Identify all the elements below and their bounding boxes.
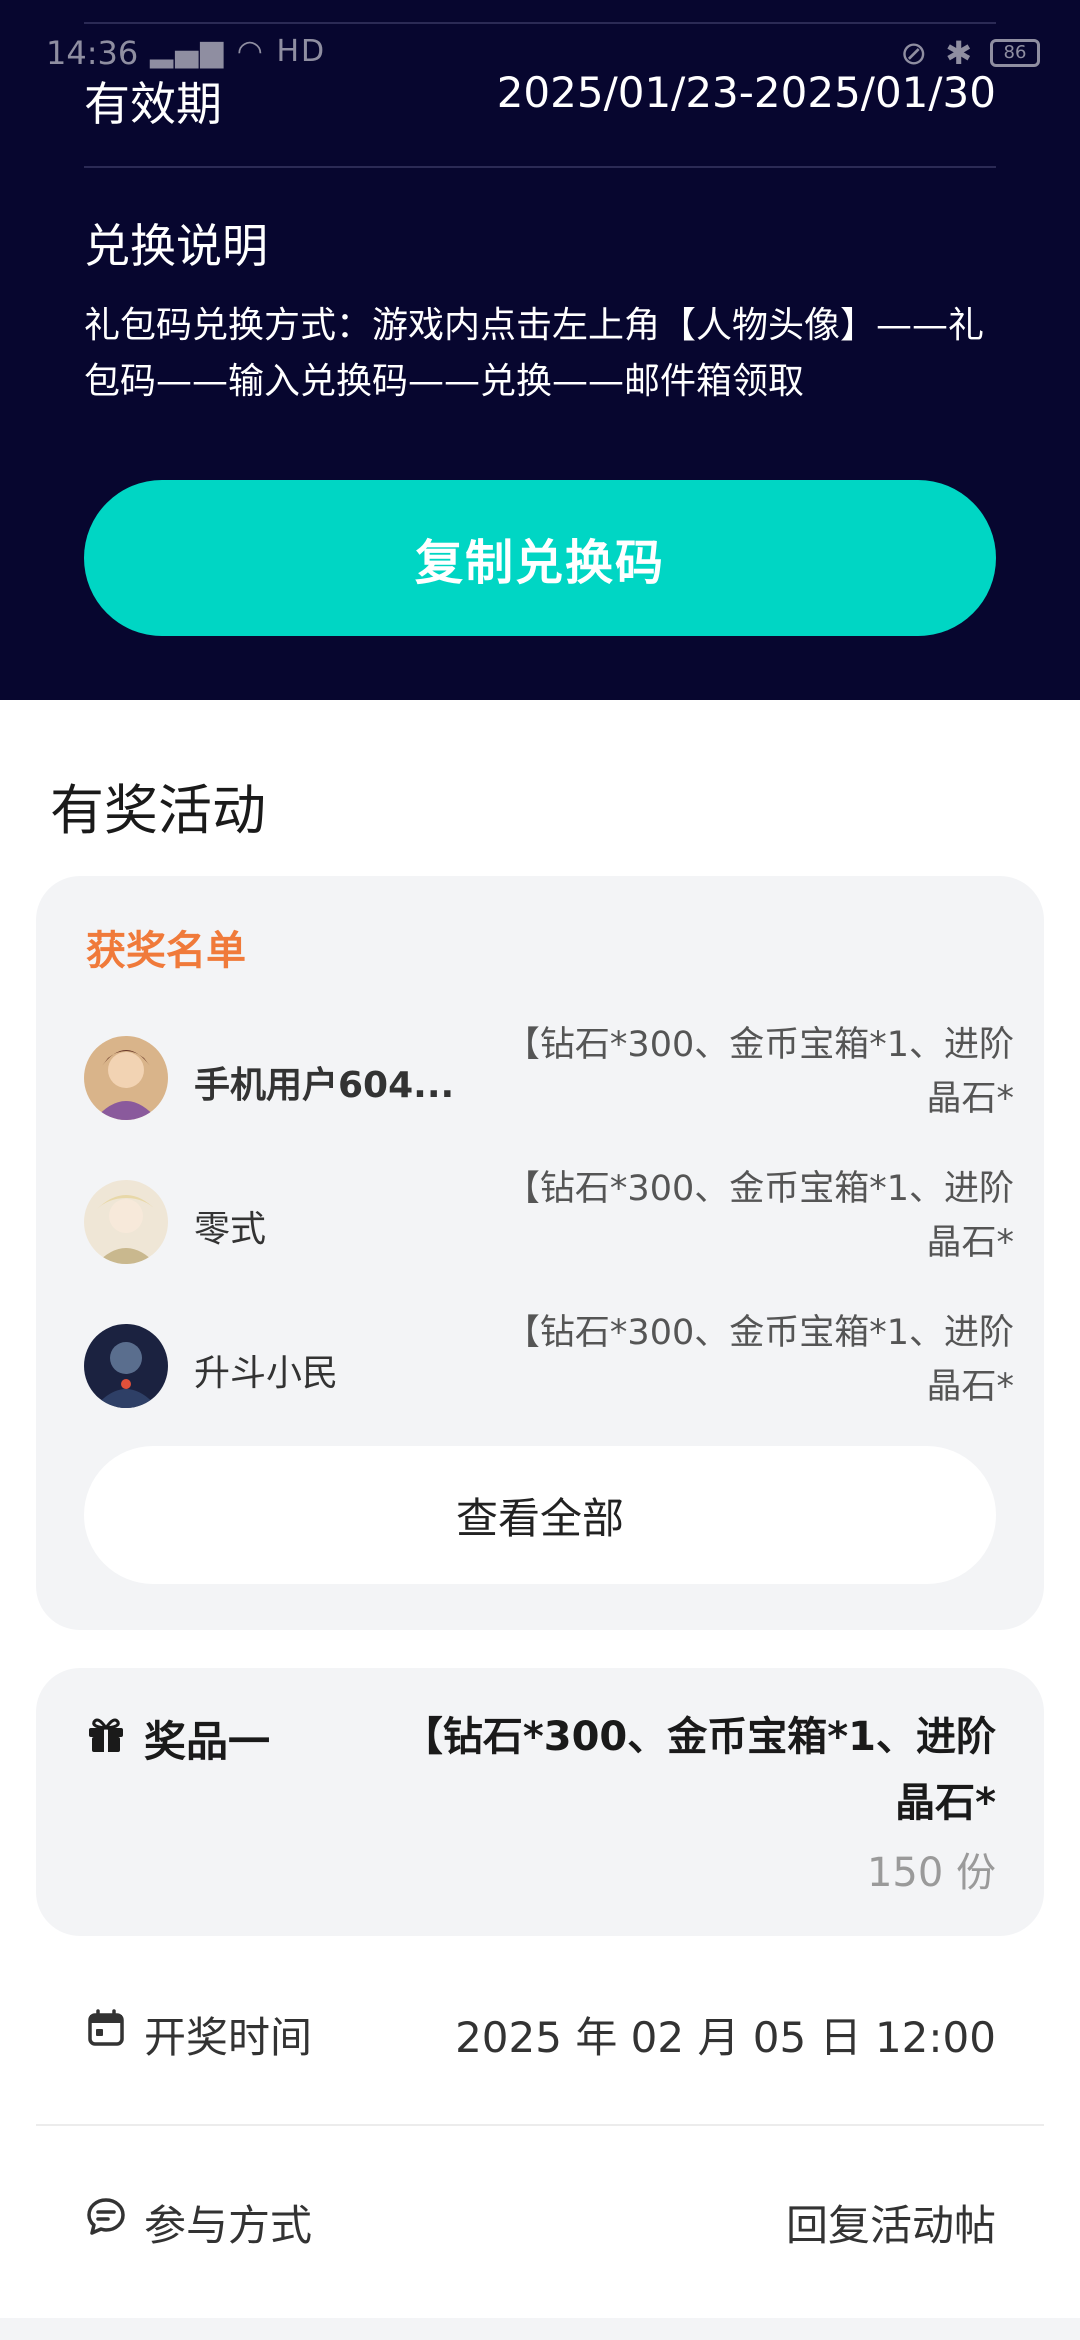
winner-prize: 【钻石*300、金币宝箱*1、进阶晶石* <box>504 1313 1014 1407</box>
gift-icon <box>89 1718 123 1752</box>
section-title: 有奖活动 <box>50 779 266 842</box>
wifi-icon: ◠ <box>236 34 265 69</box>
divider <box>84 166 996 168</box>
validity-label: 有效期 <box>84 77 222 131</box>
participate-row[interactable]: 参与方式 回复活动帖 <box>36 2158 1044 2278</box>
explain-title: 兑换说明 <box>84 219 268 273</box>
copy-code-button[interactable]: 复制兑换码 <box>84 480 996 636</box>
bluetooth-icon: ✱ <box>945 34 972 72</box>
avatar[interactable] <box>84 1324 168 1408</box>
avatar[interactable] <box>84 1036 168 1120</box>
draw-time-label: 开奖时间 <box>144 2013 313 2062</box>
prize-label: 奖品一 <box>144 1717 271 1766</box>
status-time: 14:36 <box>46 34 139 72</box>
participate-label: 参与方式 <box>144 2201 313 2250</box>
draw-time-value: 2025 年 02 月 05 日 12:00 <box>455 2013 996 2062</box>
winner-row: 升斗小民 【钻石*300、金币宝箱*1、进阶晶石* <box>84 1306 1014 1446</box>
avatar[interactable] <box>84 1180 168 1264</box>
winners-card: 获奖名单 手机用户604... 【钻石*300、金币宝箱*1、进阶晶石* 零式 … <box>36 876 1044 1630</box>
calendar-icon <box>88 2009 124 2046</box>
prize-card: 奖品一 【钻石*300、金币宝箱*1、进阶晶石* 150 份 <box>36 1668 1044 1936</box>
winner-name: 零式 <box>194 1209 267 1250</box>
winner-prize: 【钻石*300、金币宝箱*1、进阶晶石* <box>504 1169 1014 1263</box>
draw-time-row: 开奖时间 2025 年 02 月 05 日 12:00 <box>36 1970 1044 2090</box>
status-right: ⊘ ✱ 86 <box>900 34 1040 72</box>
network-type: HD <box>276 34 327 69</box>
mute-icon: ⊘ <box>900 34 928 72</box>
winners-title: 获奖名单 <box>86 928 246 974</box>
winner-name: 手机用户604... <box>194 1065 455 1106</box>
chat-icon <box>87 2198 125 2235</box>
winner-name: 升斗小民 <box>194 1353 339 1394</box>
prize-description: 【钻石*300、金币宝箱*1、进阶晶石* <box>402 1714 996 1826</box>
code-detail-panel: 14:36 ▂▄▆ ◠ HD ⊘ ✱ 86 有效期 2025/01/23-202… <box>0 0 1080 700</box>
winner-row: 手机用户604... 【钻石*300、金币宝箱*1、进阶晶石* <box>84 1018 1014 1158</box>
participate-value[interactable]: 回复活动帖 <box>786 2192 996 2253</box>
prize-count: 150 份 <box>866 1850 996 1896</box>
validity-value: 2025/01/23-2025/01/30 <box>496 68 996 117</box>
battery-icon: 86 <box>990 39 1040 67</box>
divider <box>84 22 996 24</box>
bottom-strip <box>0 2318 1080 2340</box>
explain-text: 礼包码兑换方式：游戏内点击左上角【人物头像】——礼包码——输入兑换码——兑换——… <box>84 305 985 402</box>
winner-row: 零式 【钻石*300、金币宝箱*1、进阶晶石* <box>84 1162 1014 1302</box>
winner-prize: 【钻石*300、金币宝箱*1、进阶晶石* <box>504 1025 1014 1119</box>
signal-icon: ▂▄▆ <box>150 34 226 69</box>
view-all-button[interactable]: 查看全部 <box>84 1446 996 1584</box>
divider <box>36 2124 1044 2126</box>
network-indicator: ▂▄▆ ◠ HD <box>150 34 326 69</box>
